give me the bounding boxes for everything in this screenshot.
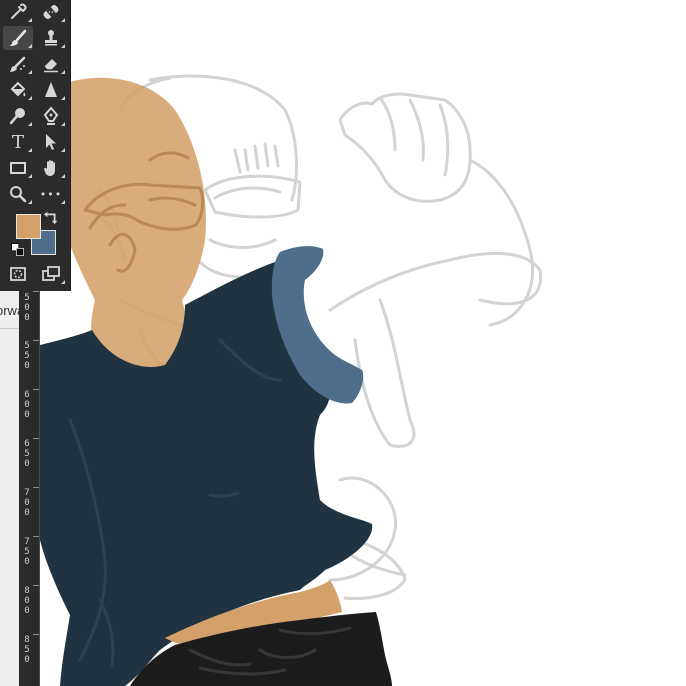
screen-mode-button[interactable]	[36, 262, 66, 286]
vertical-ruler[interactable]: 500 550 600 650 700 750 800 850	[19, 291, 40, 686]
ruler-label-700: 700	[24, 488, 30, 518]
ruler-tick	[33, 634, 39, 635]
quick-mask-icon	[10, 267, 26, 281]
ruler-tick	[33, 536, 39, 537]
eraser-tool[interactable]	[36, 52, 66, 76]
pen-tool[interactable]	[36, 104, 66, 128]
history-brush-icon	[10, 56, 26, 72]
ruler-tick	[33, 340, 39, 341]
hand-tool[interactable]	[36, 156, 66, 180]
eyedropper-tool[interactable]	[3, 0, 33, 24]
ruler-tick	[33, 438, 39, 439]
type-tool[interactable]: T	[3, 130, 33, 154]
ruler-label-650: 650	[24, 439, 30, 469]
brush-tool[interactable]	[3, 26, 33, 50]
tools-panel: T •••	[0, 0, 71, 291]
dodge-icon	[9, 108, 25, 125]
quick-mask-button[interactable]	[3, 262, 33, 286]
default-colors-icon	[11, 243, 24, 256]
blur-icon	[45, 82, 57, 97]
document-tab-edge: orwa	[0, 291, 24, 686]
ruler-tick	[33, 585, 39, 586]
ruler-label-600: 600	[24, 390, 30, 420]
type-icon: T	[11, 131, 24, 153]
rectangle-icon	[10, 162, 26, 174]
ellipsis-icon: •••	[39, 187, 63, 201]
blur-tool[interactable]	[36, 78, 66, 102]
path-selection-tool[interactable]	[36, 130, 66, 154]
ruler-label-550: 550	[24, 341, 30, 371]
history-brush-tool[interactable]	[3, 52, 33, 76]
eyedropper-icon	[11, 3, 27, 19]
paint-bucket-icon	[10, 81, 26, 97]
screen-mode-icon	[42, 266, 60, 281]
ruler-label-800: 800	[24, 586, 30, 616]
swap-colors-button[interactable]	[42, 209, 60, 227]
default-colors-button[interactable]	[10, 242, 26, 258]
rectangle-tool[interactable]	[3, 156, 33, 180]
tab-divider	[0, 328, 19, 329]
zoom-icon	[10, 186, 27, 203]
zoom-tool[interactable]	[3, 182, 33, 206]
paint-bucket-tool[interactable]	[3, 78, 33, 102]
bandage-icon	[43, 5, 59, 19]
healing-brush-tool[interactable]	[36, 0, 66, 24]
pen-icon	[43, 106, 59, 125]
arrow-icon	[46, 134, 56, 150]
ruler-tick	[33, 487, 39, 488]
ruler-label-850: 850	[24, 635, 30, 665]
ruler-tick	[33, 389, 39, 390]
stamp-icon	[45, 30, 57, 46]
more-tools[interactable]: •••	[36, 182, 66, 206]
foreground-color-swatch[interactable]	[16, 214, 41, 239]
eraser-icon	[43, 59, 58, 73]
ruler-label-500: 500	[24, 293, 30, 323]
ruler-tick	[33, 291, 39, 292]
clone-stamp-tool[interactable]	[36, 26, 66, 50]
ruler-label-750: 750	[24, 537, 30, 567]
brush-icon	[10, 29, 27, 46]
swap-arrows-icon	[43, 211, 58, 225]
document-canvas[interactable]	[0, 0, 686, 686]
dodge-tool[interactable]	[3, 104, 33, 128]
hand-icon	[44, 160, 55, 176]
